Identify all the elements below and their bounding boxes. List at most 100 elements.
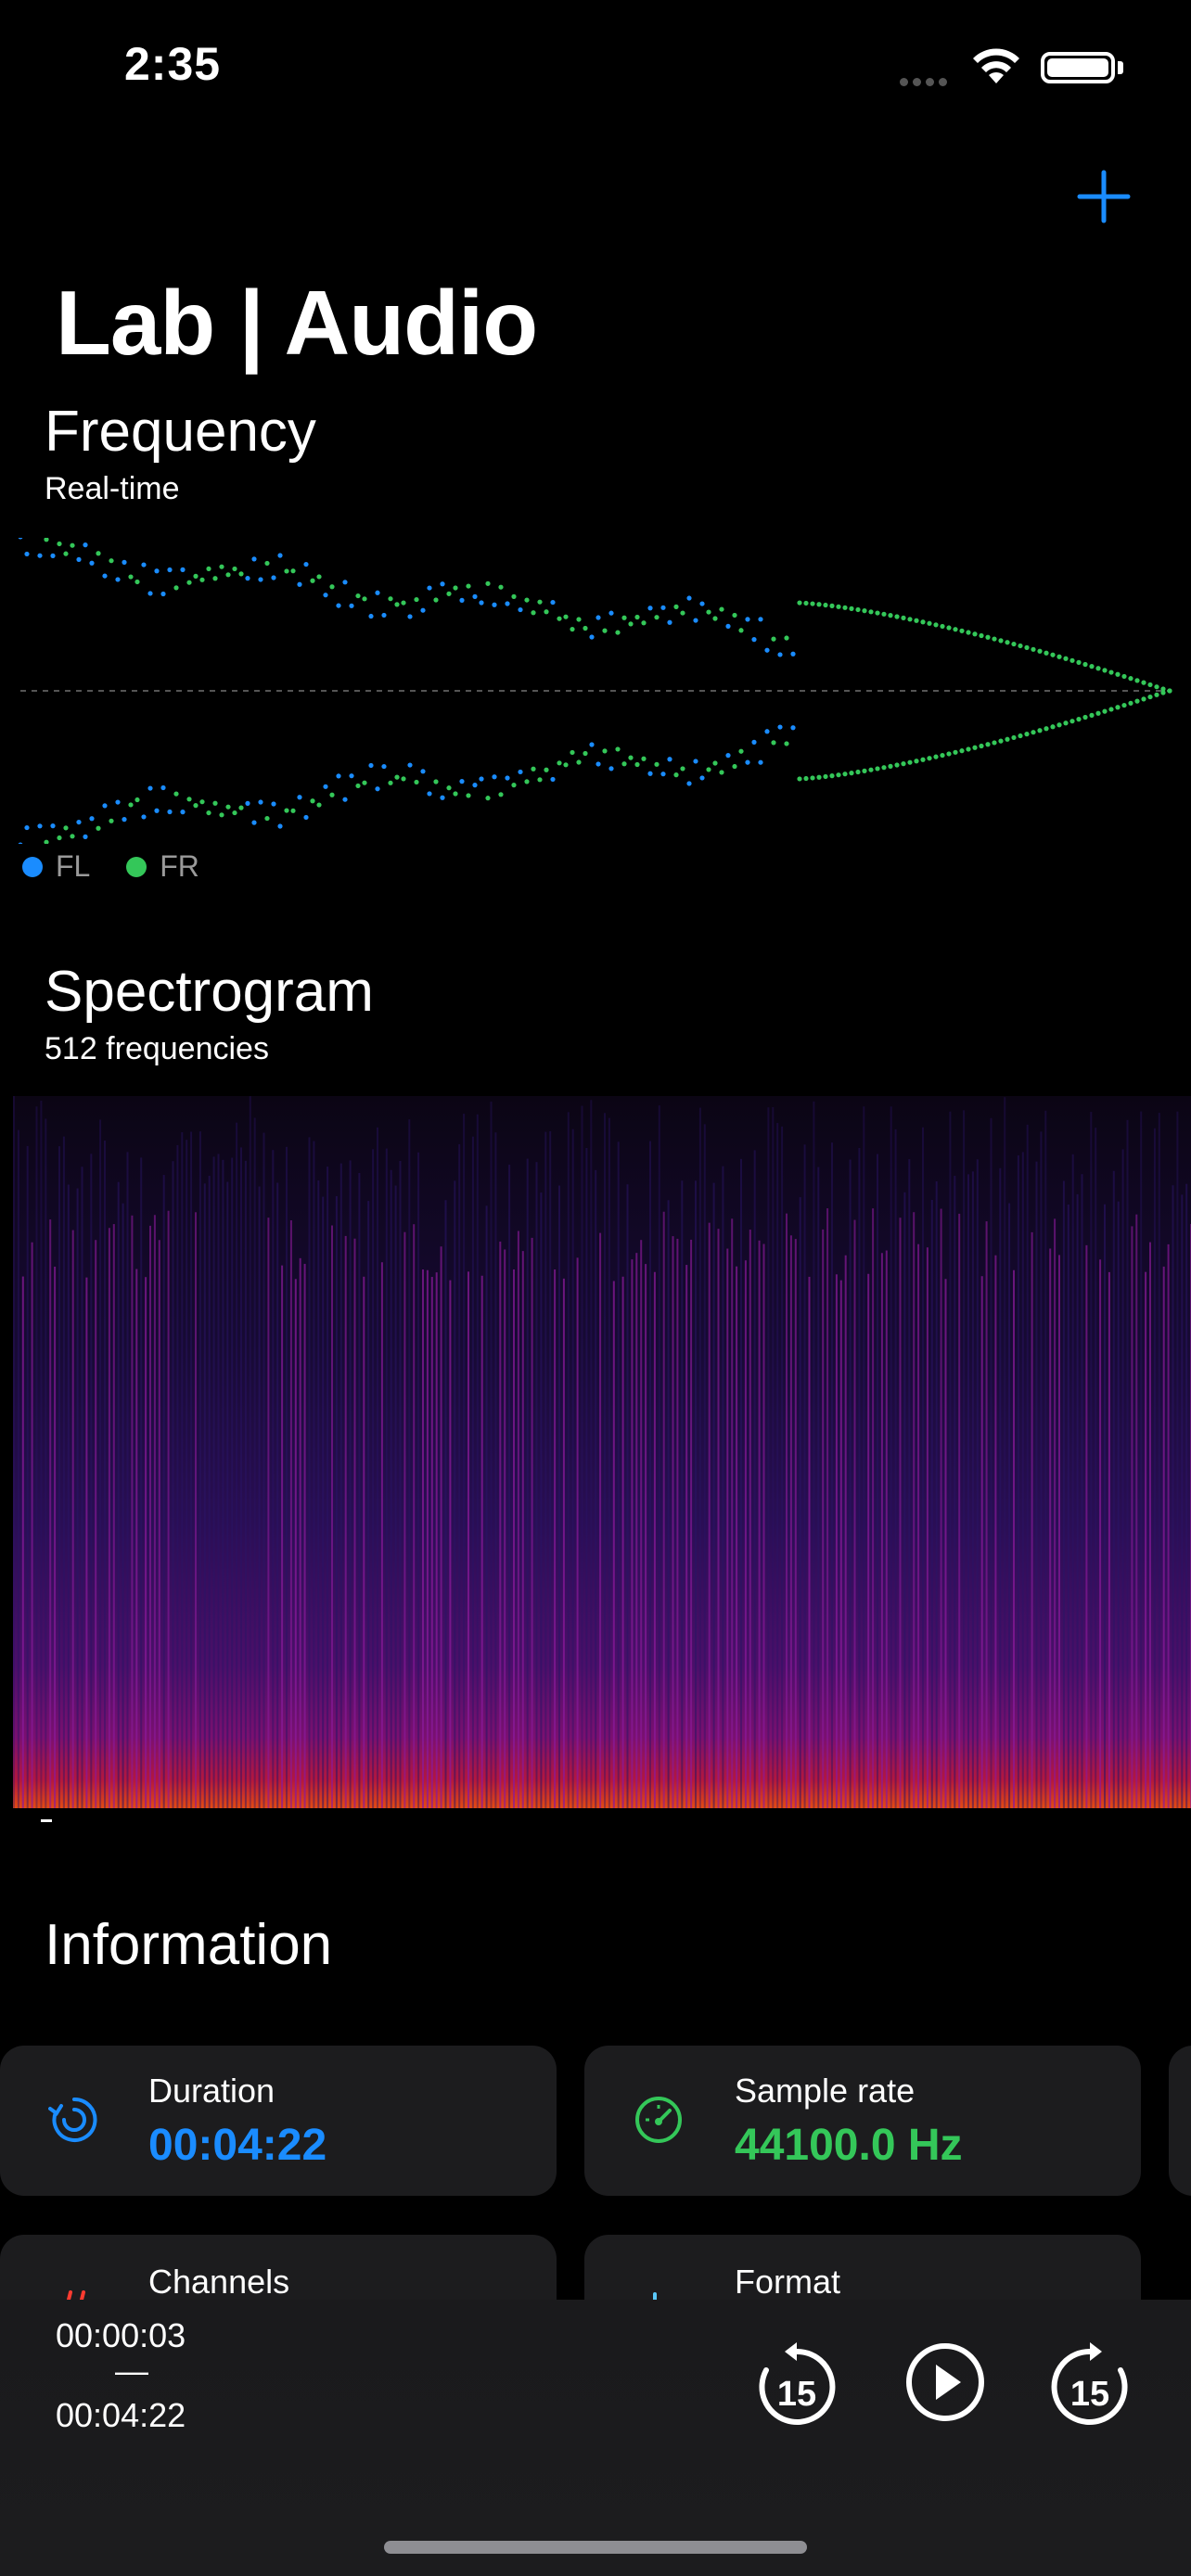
frequency-point: [1147, 694, 1153, 700]
frequency-point: [459, 779, 465, 784]
spectrogram-streak: [776, 1123, 779, 1808]
spectrogram-streak: [971, 1171, 974, 1808]
spectrogram-streak: [930, 1199, 933, 1808]
spectrogram-streak: [813, 1101, 815, 1808]
frequency-point: [628, 755, 634, 760]
legend-fl-dot: [22, 856, 43, 877]
spectrogram-streak: [1158, 1113, 1160, 1808]
spectrogram-streak: [658, 1105, 660, 1808]
spectrogram-streak: [1149, 1242, 1151, 1808]
frequency-point: [608, 610, 614, 616]
frequency-point: [420, 769, 426, 774]
play-button[interactable]: [902, 2339, 989, 2426]
frequency-point: [693, 618, 698, 623]
frequency-point: [803, 775, 809, 782]
spectrogram-streak: [744, 1260, 747, 1808]
frequency-point: [264, 815, 270, 822]
frequency-point: [979, 743, 984, 749]
frequency-point: [251, 820, 257, 825]
frequency-point: [134, 579, 140, 585]
spectrogram-streak: [789, 1235, 792, 1808]
frequency-point: [596, 615, 601, 620]
home-indicator[interactable]: [384, 2541, 807, 2554]
spectrogram-streak: [122, 1203, 124, 1808]
frequency-point: [342, 797, 348, 802]
frequency-point: [297, 795, 302, 800]
frequency-point: [933, 622, 939, 628]
frequency-point: [563, 614, 569, 619]
spectrogram-streak: [71, 1230, 74, 1808]
add-button[interactable]: [1067, 159, 1141, 234]
spectrogram-marker: [41, 1819, 52, 1822]
frequency-point: [706, 609, 711, 615]
frequency-point: [628, 621, 634, 627]
spectrogram-streak: [1076, 1193, 1079, 1808]
spectrogram-streak: [308, 1137, 311, 1808]
spectrogram-streak: [303, 1263, 306, 1808]
frequency-point: [732, 763, 737, 770]
frequency-point: [245, 576, 250, 581]
spectrogram-streak: [653, 1271, 656, 1808]
spectrogram-streak: [736, 1266, 738, 1808]
spectrogram-streak: [1013, 1269, 1015, 1808]
frequency-point: [576, 759, 582, 765]
spectrogram-streak: [863, 1106, 865, 1808]
frequency-point: [401, 776, 406, 782]
frequency-point: [446, 785, 452, 791]
frequency-point: [472, 783, 478, 788]
frequency-point: [303, 561, 309, 567]
frequency-point: [290, 568, 296, 574]
skip-forward-button[interactable]: 15: [1046, 2339, 1133, 2431]
frequency-point: [1082, 714, 1088, 721]
frequency-point: [907, 759, 913, 765]
frequency-point: [979, 632, 984, 639]
spectrogram-streak: [595, 1169, 597, 1808]
next-card-partial[interactable]: [1169, 2046, 1191, 2196]
frequency-point: [1115, 671, 1121, 677]
sample-rate-card[interactable]: Sample rate 44100.0 Hz: [584, 2046, 1141, 2196]
frequency-point: [1160, 690, 1166, 695]
frequency-point: [849, 606, 854, 611]
spectrogram-streak: [1153, 1128, 1156, 1808]
spectrogram-streak: [976, 1159, 979, 1808]
spectrogram-streak: [17, 1129, 19, 1808]
spectrogram-streak: [198, 1131, 201, 1808]
frequency-point: [816, 602, 822, 607]
frequency-point: [940, 752, 945, 759]
spectrogram-streak: [849, 1159, 852, 1808]
frequency-point: [70, 542, 75, 548]
frequency-point: [946, 625, 952, 631]
spectrogram-streak: [1162, 1266, 1165, 1808]
spectrogram-streak: [131, 1215, 134, 1808]
frequency-point: [1037, 648, 1043, 654]
spectrogram-streak: [617, 1141, 620, 1808]
duration-card[interactable]: Duration 00:04:22: [0, 2046, 557, 2196]
frequency-point: [206, 566, 211, 572]
spectrogram-streak: [521, 1251, 524, 1808]
frequency-point: [673, 604, 679, 609]
frequency-point: [790, 725, 796, 731]
spectrogram-streak: [877, 1154, 878, 1808]
frequency-point: [602, 628, 608, 633]
spectrogram-streak: [913, 1212, 916, 1808]
spectrogram-streak: [803, 1144, 806, 1808]
frequency-point: [316, 574, 322, 580]
spectrogram-streak: [1017, 1154, 1019, 1808]
spectrogram-streak: [749, 1230, 751, 1808]
spectrogram-streak: [67, 1184, 70, 1808]
spectrogram-streak: [703, 1124, 706, 1808]
frequency-point: [511, 783, 517, 788]
frequency-point: [44, 839, 49, 844]
frequency-point: [212, 576, 218, 581]
spectrogram-streak: [408, 1119, 411, 1808]
frequency-point: [1095, 710, 1101, 716]
spectrogram-streak: [167, 1210, 170, 1808]
frequency-point: [719, 770, 724, 775]
frequency-point: [355, 783, 361, 789]
frequency-point: [758, 617, 763, 622]
frequency-point: [758, 759, 763, 765]
frequency-point: [1037, 728, 1043, 733]
spectrogram-streak: [1185, 1183, 1188, 1808]
skip-back-button[interactable]: 15: [753, 2339, 840, 2431]
frequency-point: [901, 615, 906, 620]
